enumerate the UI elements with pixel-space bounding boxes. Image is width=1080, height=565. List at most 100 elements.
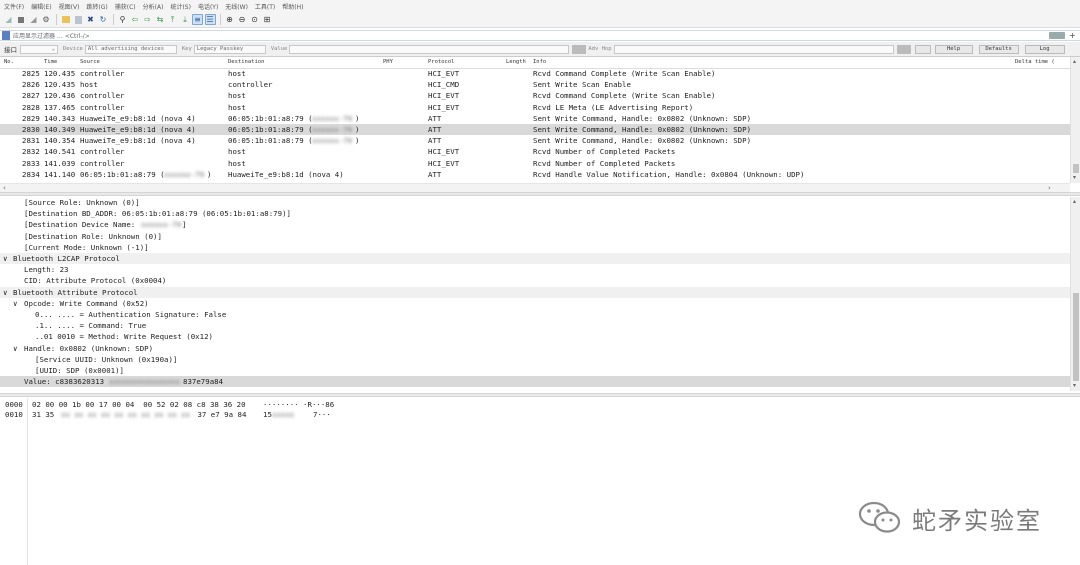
- expand-chevron-icon[interactable]: ∨: [13, 299, 17, 308]
- filter-bookmark-icon[interactable]: [2, 31, 10, 40]
- value-apply-icon[interactable]: [572, 44, 587, 54]
- detail-row[interactable]: .1.. .... = Command: True: [0, 320, 1070, 331]
- menu-go[interactable]: 跳转(G): [82, 2, 110, 11]
- packet-row[interactable]: 2829 140.343 HuaweiTe_e9:b8:1d (nova 4) …: [0, 113, 1070, 124]
- adv-hop-apply-icon[interactable]: [896, 44, 911, 54]
- scroll-down-icon[interactable]: ▾: [1073, 174, 1076, 181]
- apply-filter-arrow-icon[interactable]: [1049, 32, 1065, 39]
- col-protocol[interactable]: Protocol: [428, 59, 455, 65]
- zoom-normal-icon[interactable]: ⊙: [249, 14, 260, 25]
- scroll-up-icon[interactable]: ▴: [1073, 58, 1076, 65]
- packet-row[interactable]: 2832 140.541 controller host HCI_EVT Rcv…: [0, 146, 1070, 157]
- menu-capture[interactable]: 捕获(C): [111, 2, 139, 11]
- detail-row[interactable]: [Destination BD_ADDR: 06:05:1b:01:a8:79 …: [0, 208, 1070, 219]
- detail-row[interactable]: 0... .... = Authentication Signature: Fa…: [0, 309, 1070, 320]
- detail-text: CID: Attribute Protocol (0x0004): [24, 276, 167, 286]
- detail-row-value-selected[interactable]: Value: c8383620313 xxxxxxxxxxxxxxxx 837e…: [0, 376, 1070, 388]
- find-packet-icon[interactable]: ⚲: [117, 14, 128, 25]
- detail-row[interactable]: ..01 0010 = Method: Write Request (0x12): [0, 331, 1070, 342]
- col-length[interactable]: Length: [506, 59, 526, 65]
- menu-telephony[interactable]: 电话(Y): [194, 2, 221, 11]
- packet-row[interactable]: 2833 141.039 controller host HCI_EVT Rcv…: [0, 158, 1070, 169]
- col-source[interactable]: Source: [80, 59, 100, 65]
- detail-row-opcode[interactable]: ∨ Opcode: Write Command (0x52): [0, 298, 1070, 309]
- scroll-right-icon[interactable]: ›: [1048, 184, 1051, 192]
- expand-chevron-icon[interactable]: ∨: [3, 254, 7, 263]
- reload-file-icon[interactable]: ↻: [98, 14, 109, 25]
- colorize-icon[interactable]: ☰: [204, 14, 216, 25]
- detail-row[interactable]: CID: Attribute Protocol (0x0004): [0, 275, 1070, 286]
- packet-row[interactable]: 2826 120.435 host controller HCI_CMD Sen…: [0, 79, 1070, 90]
- col-destination[interactable]: Destination: [228, 59, 264, 65]
- scroll-up-icon[interactable]: ▴: [1073, 198, 1076, 205]
- detail-row-handle[interactable]: ∨ Handle: 0x0802 (Unknown: SDP): [0, 343, 1070, 354]
- col-time[interactable]: Time: [44, 59, 57, 65]
- col-phy[interactable]: PHY: [383, 59, 393, 65]
- log-button[interactable]: Log: [1024, 44, 1065, 54]
- pane-splitter[interactable]: [0, 192, 1080, 196]
- interface-select[interactable]: ⌄: [20, 44, 58, 54]
- scroll-thumb[interactable]: [1073, 293, 1079, 381]
- add-filter-button-icon[interactable]: +: [1069, 31, 1077, 40]
- detail-row[interactable]: [Destination Device Name: xxxxxx-79 ]: [0, 219, 1070, 230]
- go-forward-icon[interactable]: ⇨: [142, 14, 153, 25]
- autoscroll-icon[interactable]: ≡: [192, 14, 203, 25]
- menu-statistics[interactable]: 统计(S): [166, 2, 194, 11]
- zoom-out-icon[interactable]: ⊖: [237, 14, 248, 25]
- scroll-down-icon[interactable]: ▾: [1073, 382, 1076, 389]
- detail-row[interactable]: [UUID: SDP (0x0001)]: [0, 365, 1070, 376]
- key-select[interactable]: Legacy Passkey: [193, 44, 266, 54]
- col-info[interactable]: Info: [533, 59, 546, 65]
- menu-file[interactable]: 文件(F): [0, 2, 27, 11]
- packet-row[interactable]: 2828 137.465 controller host HCI_EVT Rcv…: [0, 102, 1070, 113]
- zoom-in-icon[interactable]: ⊕: [224, 14, 235, 25]
- display-filter-input[interactable]: 应用显示过滤器 … <Ctrl-/>: [13, 31, 1049, 40]
- packet-row[interactable]: 2831 140.354 HuaweiTe_e9:b8:1d (nova 4) …: [0, 135, 1070, 146]
- stop-icon[interactable]: [16, 14, 27, 25]
- detail-row[interactable]: [Destination Role: Unknown (0)]: [0, 231, 1070, 242]
- packet-row[interactable]: 2834 141.140 06:05:1b:01:a8:79 ( xxxxxx-…: [0, 169, 1070, 180]
- go-to-packet-icon[interactable]: ⇆: [155, 14, 166, 25]
- adv-hop-input[interactable]: [613, 44, 894, 54]
- detail-row[interactable]: [Source Role: Unknown (0)]: [0, 197, 1070, 208]
- restart-icon[interactable]: ◢: [28, 14, 39, 25]
- shark-fin-start-icon[interactable]: ◢: [3, 14, 14, 25]
- scroll-left-icon[interactable]: ‹: [3, 184, 6, 192]
- detail-section-l2cap[interactable]: ∨ Bluetooth L2CAP Protocol: [0, 253, 1070, 264]
- bytes-row[interactable]: 0010 31 35 xx xx xx xx xx xx xx xx xx xx…: [5, 410, 331, 421]
- detail-row[interactable]: Length: 23: [0, 264, 1070, 275]
- help-button[interactable]: Help: [934, 44, 973, 54]
- first-packet-icon[interactable]: ⤒: [167, 14, 178, 25]
- menu-edit[interactable]: 编辑(E): [27, 2, 54, 11]
- device-select[interactable]: All advertising devices: [84, 44, 177, 54]
- menu-view[interactable]: 视图(V): [55, 2, 83, 11]
- detail-row[interactable]: [Service UUID: Unknown (0x190a)]: [0, 354, 1070, 365]
- col-no[interactable]: No.: [4, 59, 14, 65]
- go-back-icon[interactable]: ⇦: [130, 14, 141, 25]
- scroll-thumb[interactable]: [1073, 164, 1079, 173]
- resize-columns-icon[interactable]: ⊞: [262, 14, 273, 25]
- blank-button[interactable]: [914, 44, 931, 54]
- details-vscrollbar[interactable]: ▴ ▾: [1070, 197, 1080, 391]
- last-packet-icon[interactable]: ⤓: [180, 14, 191, 25]
- packet-list-vscrollbar[interactable]: ▴ ▾: [1070, 57, 1080, 183]
- packet-row[interactable]: 2827 120.436 controller host HCI_EVT Rcv…: [0, 90, 1070, 101]
- expand-chevron-icon[interactable]: ∨: [13, 344, 17, 353]
- pane-splitter[interactable]: [0, 393, 1080, 397]
- menu-analyze[interactable]: 分析(A): [139, 2, 167, 11]
- capture-options-icon[interactable]: ⚙: [41, 14, 52, 25]
- open-file-icon[interactable]: [60, 14, 71, 25]
- value-input[interactable]: [289, 44, 570, 54]
- menu-tools[interactable]: 工具(T): [251, 2, 278, 11]
- col-delta-time[interactable]: Delta time (: [1015, 59, 1055, 65]
- packet-row-selected[interactable]: 2830 140.349 HuaweiTe_e9:b8:1d (nova 4) …: [0, 124, 1070, 135]
- packet-row[interactable]: 2825 120.435 controller host HCI_EVT Rcv…: [0, 68, 1070, 79]
- defaults-button[interactable]: Defaults: [978, 44, 1019, 54]
- save-file-icon[interactable]: [73, 14, 84, 25]
- menu-help[interactable]: 帮助(H): [278, 2, 306, 11]
- close-file-icon[interactable]: ✖: [85, 14, 96, 25]
- detail-section-att[interactable]: ∨ Bluetooth Attribute Protocol: [0, 286, 1070, 298]
- expand-chevron-icon[interactable]: ∨: [3, 288, 7, 297]
- detail-row[interactable]: [Current Mode: Unknown (-1)]: [0, 242, 1070, 253]
- menu-wireless[interactable]: 无线(W): [221, 2, 251, 11]
